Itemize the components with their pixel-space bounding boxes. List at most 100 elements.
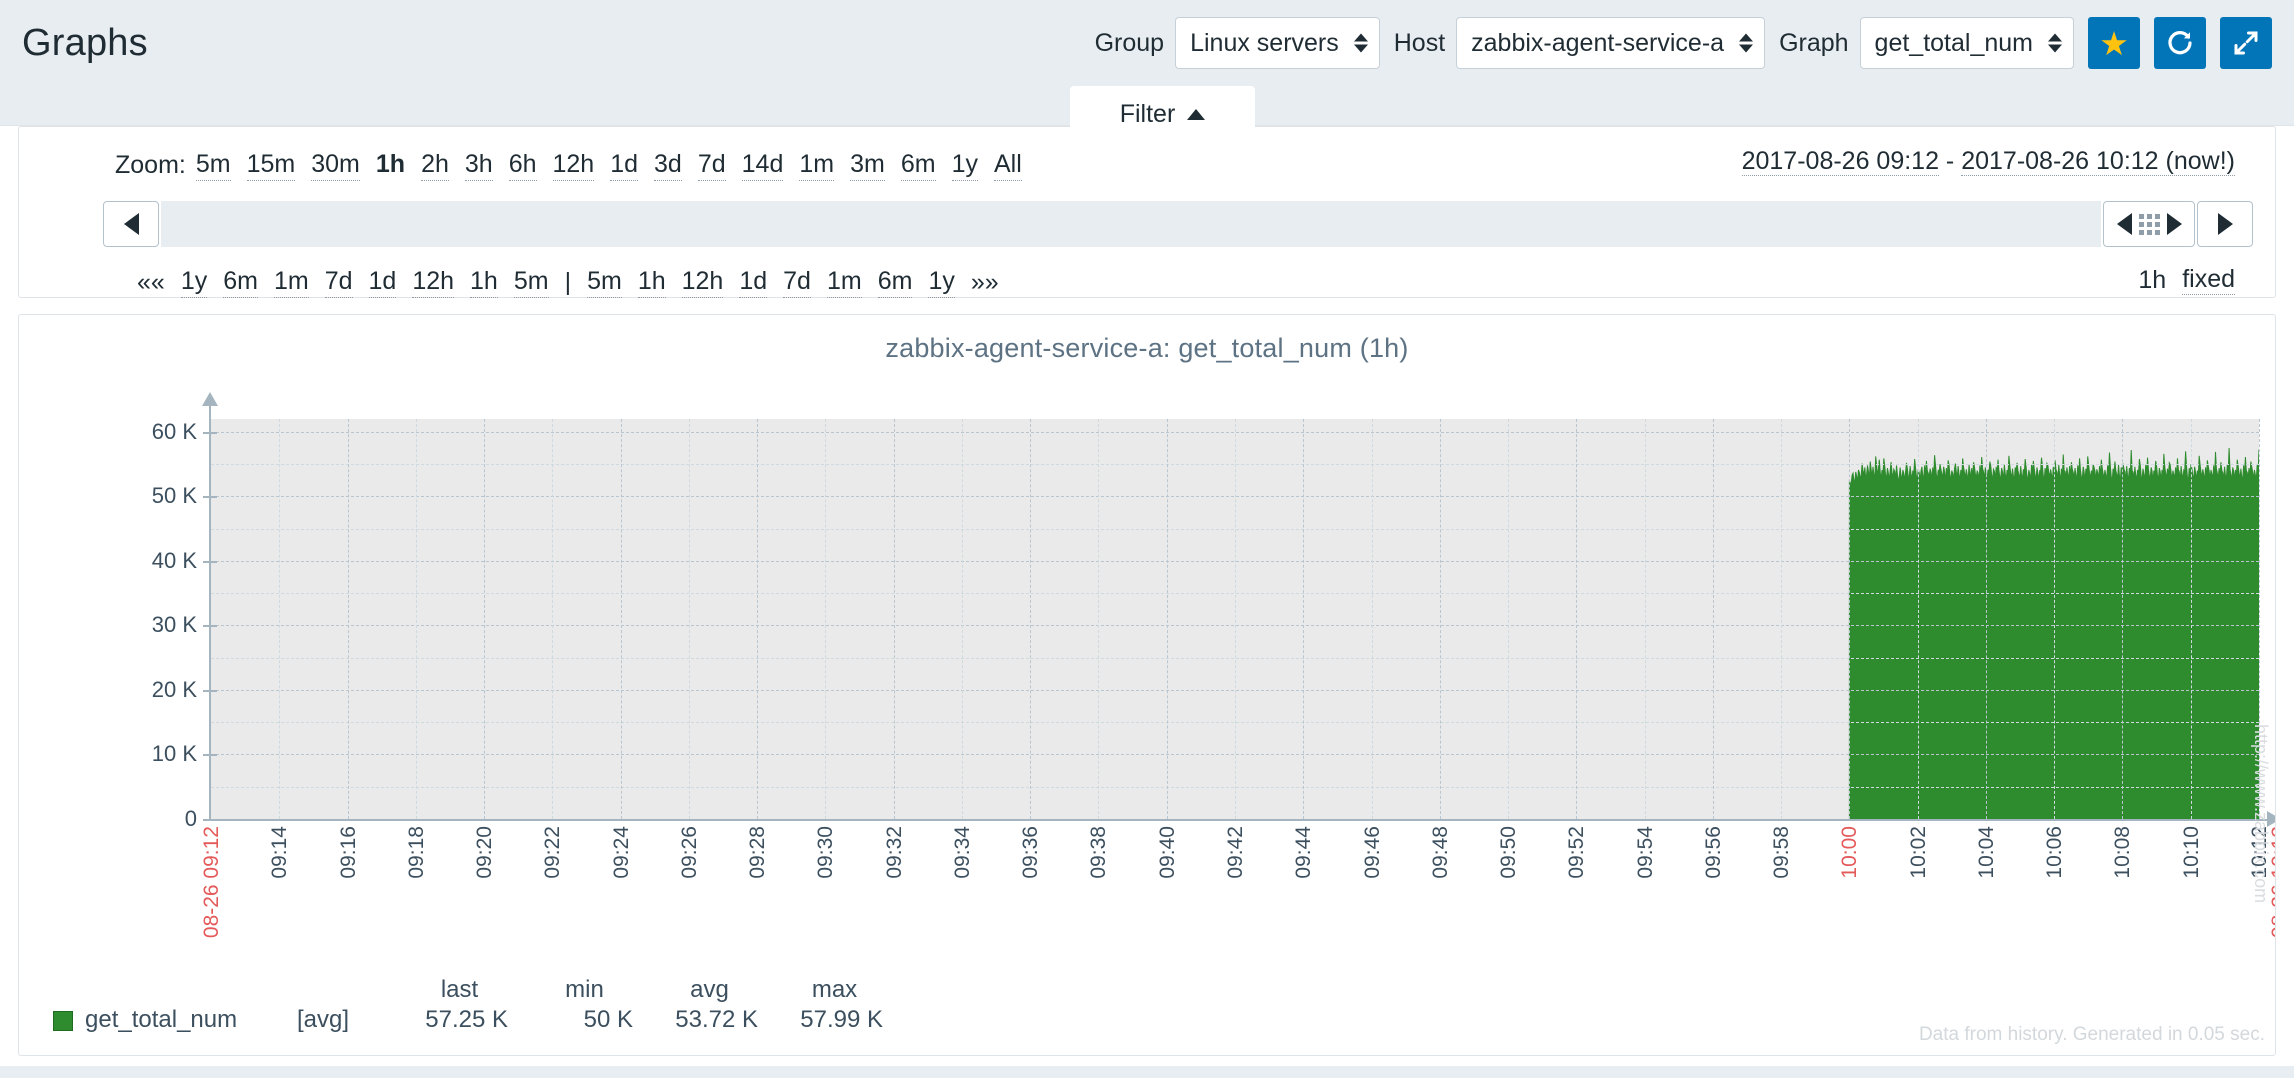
range-separator: - bbox=[1938, 147, 1962, 175]
fullscreen-button[interactable] bbox=[2220, 17, 2272, 69]
x-axis-tick-17: 09:46 bbox=[1360, 826, 1384, 879]
graph-panel: zabbix-agent-service-a: get_total_num (1… bbox=[18, 314, 2276, 1056]
nav-fwd-7d[interactable]: 7d bbox=[783, 267, 811, 298]
zoom-link-All[interactable]: All bbox=[993, 150, 1022, 181]
nav-back-1y[interactable]: 1y bbox=[180, 267, 208, 298]
filter-tabbar: Filter bbox=[0, 86, 2294, 142]
x-axis-tick-23: 09:58 bbox=[1770, 826, 1794, 879]
nav-fwd-5m[interactable]: 5m bbox=[587, 267, 622, 298]
x-gridline bbox=[1985, 419, 1987, 819]
x-axis-tick-15: 09:42 bbox=[1224, 826, 1247, 879]
zoom-link-3d[interactable]: 3d bbox=[654, 150, 682, 181]
zoom-link-1m[interactable]: 1m bbox=[799, 150, 835, 181]
nav-back-5m[interactable]: 5m bbox=[513, 267, 549, 298]
graphs-page: Graphs Group Linux servers Host zabbix-a… bbox=[0, 0, 2294, 1078]
time-filter-panel: Zoom: 5m 15m 30m 1h 2h 3h 6h 12h 1d 3d 7d 14d 1m 3m 6m… bbox=[18, 126, 2276, 298]
x-gridline bbox=[825, 419, 827, 819]
x-gridline bbox=[2054, 419, 2056, 819]
nav-fwd-1d[interactable]: 1d bbox=[739, 267, 768, 298]
range-to-link[interactable]: 2017-08-26 10:12 (now!) bbox=[1961, 147, 2235, 176]
zoom-link-3m[interactable]: 3m bbox=[850, 150, 885, 181]
group-select[interactable]: Linux servers bbox=[1175, 17, 1380, 69]
tab-filter[interactable]: Filter bbox=[1070, 86, 1255, 142]
legend-header-min: min bbox=[565, 976, 604, 1003]
host-select[interactable]: zabbix-agent-service-a bbox=[1456, 17, 1766, 69]
nav-back-1d[interactable]: 1d bbox=[368, 267, 397, 298]
nav-first-link[interactable]: «« bbox=[137, 268, 165, 297]
range-from-link[interactable]: 2017-08-26 09:12 bbox=[1741, 147, 1939, 176]
x-gridline bbox=[1439, 419, 1441, 819]
x-gridline bbox=[620, 419, 622, 819]
zoom-link-15m[interactable]: 15m bbox=[246, 150, 296, 181]
scroll-left-button[interactable] bbox=[103, 201, 159, 247]
x-axis-tick-18: 09:48 bbox=[1428, 826, 1452, 879]
time-scroll-track[interactable] bbox=[161, 201, 2101, 247]
chart-area[interactable]: 0 10 K 20 K 30 K 40 K 50 K 60 K 08-26 09:12 09:… bbox=[19, 364, 2275, 1054]
zoom-link-1y[interactable]: 1y bbox=[951, 150, 978, 181]
nav-back-1h[interactable]: 1h bbox=[470, 267, 498, 298]
refresh-button[interactable] bbox=[2154, 17, 2206, 69]
x-gridline bbox=[1576, 419, 1578, 819]
x-axis-tick-12: 09:36 bbox=[1019, 826, 1043, 879]
x-axis-tick-8: 09:28 bbox=[746, 826, 770, 879]
legend-avg-value: 53.72 K bbox=[675, 1006, 758, 1033]
y-tick-mark bbox=[203, 754, 217, 757]
nav-back-12h[interactable]: 12h bbox=[412, 267, 455, 298]
x-axis-tick-22: 09:56 bbox=[1701, 826, 1725, 879]
nav-fwd-1m[interactable]: 1m bbox=[826, 267, 862, 298]
graph-select[interactable]: get_total_num bbox=[1859, 17, 2074, 69]
arrow-right-icon bbox=[2217, 213, 2233, 235]
x-axis-tick-5: 09:22 bbox=[541, 826, 565, 879]
zoom-link-12h[interactable]: 12h bbox=[552, 150, 595, 181]
nav-fwd-1h[interactable]: 1h bbox=[637, 267, 666, 298]
zoom-link-6m[interactable]: 6m bbox=[900, 150, 936, 181]
group-label: Group bbox=[1094, 28, 1165, 57]
arrow-right-icon bbox=[2166, 213, 2182, 235]
zoom-link-30m[interactable]: 30m bbox=[311, 150, 360, 181]
x-axis-tick-28: 10:08 bbox=[2111, 826, 2135, 879]
y-tick-mark bbox=[203, 625, 217, 628]
nav-back-7d[interactable]: 7d bbox=[324, 267, 353, 298]
zoom-link-1h[interactable]: 1h bbox=[376, 150, 405, 180]
zoom-link-6h[interactable]: 6h bbox=[508, 150, 537, 181]
nav-fwd-6m[interactable]: 6m bbox=[877, 267, 913, 298]
arrow-left-icon bbox=[123, 213, 139, 235]
x-gridline bbox=[1098, 419, 1100, 819]
x-gridline bbox=[1849, 419, 1851, 819]
nav-fwd-1y[interactable]: 1y bbox=[928, 267, 955, 298]
arrow-left-icon bbox=[2116, 213, 2132, 235]
time-range-grip[interactable] bbox=[2103, 201, 2195, 247]
x-axis-tick-3: 09:18 bbox=[404, 826, 428, 879]
chevron-updown-icon bbox=[2048, 33, 2062, 53]
plot-area[interactable] bbox=[211, 419, 2260, 819]
refresh-icon bbox=[2168, 31, 2192, 55]
star-icon: ★ bbox=[2099, 24, 2129, 62]
x-gridline bbox=[1371, 419, 1373, 819]
x-axis-tick-24: 10:00 bbox=[1838, 826, 1862, 879]
group-select-value: Linux servers bbox=[1190, 28, 1339, 57]
nav-fwd-12h[interactable]: 12h bbox=[681, 267, 724, 298]
favorite-button[interactable]: ★ bbox=[2088, 17, 2140, 69]
y-axis-arrow-icon bbox=[202, 392, 218, 406]
time-nav-links: «« 1y 6m 1m 7d 1d 12h 1h 5m | 5m 1h 12h 1d 7d 1m 6m 1y »» bbox=[137, 267, 999, 298]
x-gridline bbox=[1303, 419, 1305, 819]
fixed-link[interactable]: fixed bbox=[2182, 265, 2235, 295]
nav-back-6m[interactable]: 6m bbox=[223, 267, 258, 298]
x-axis-tick-1: 09:14 bbox=[268, 826, 292, 879]
zoom-link-2h[interactable]: 2h bbox=[421, 150, 449, 181]
scroll-right-button[interactable] bbox=[2197, 201, 2253, 247]
zoom-link-14d[interactable]: 14d bbox=[741, 150, 784, 181]
legend-header-row: last min avg max bbox=[53, 976, 883, 1006]
x-axis-tick-13: 09:38 bbox=[1087, 826, 1111, 879]
nav-back-1m[interactable]: 1m bbox=[273, 267, 309, 298]
nav-last-link[interactable]: »» bbox=[971, 268, 999, 297]
zoom-link-7d[interactable]: 7d bbox=[697, 150, 726, 181]
zoom-link-1d[interactable]: 1d bbox=[610, 150, 639, 181]
y-axis-tick-3: 30 K bbox=[151, 612, 197, 638]
zoom-link-5m[interactable]: 5m bbox=[195, 150, 231, 181]
x-axis-tick-29: 10:10 bbox=[2179, 826, 2203, 879]
x-axis-tick-20: 09:52 bbox=[1565, 826, 1589, 879]
x-gridline bbox=[688, 419, 690, 819]
zoom-label: Zoom: bbox=[115, 150, 186, 179]
zoom-link-3h[interactable]: 3h bbox=[464, 150, 493, 181]
